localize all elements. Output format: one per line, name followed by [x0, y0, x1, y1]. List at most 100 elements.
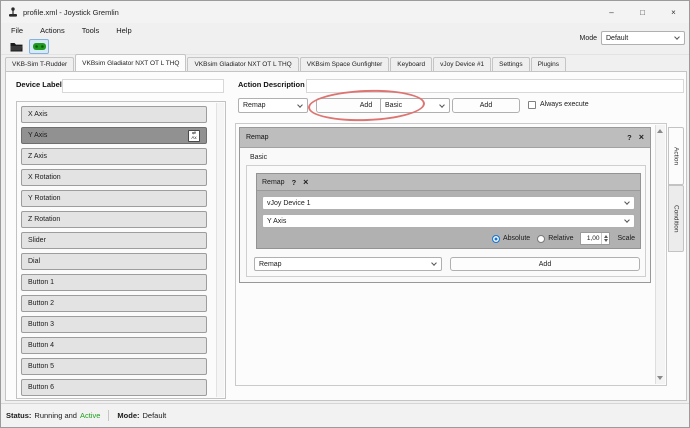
basic-group: Remap ? × vJoy Device 1 Y Axis: [246, 165, 646, 277]
tab-settings[interactable]: Settings: [492, 57, 530, 71]
input-item-button-4[interactable]: Button 4: [21, 337, 207, 354]
mode-selector-group: Mode Default: [579, 31, 685, 45]
input-item-label: Dial: [28, 258, 40, 265]
basic-tab[interactable]: Basic: [248, 154, 269, 161]
vjoy-axis-value: Y Axis: [267, 218, 286, 225]
tab-vkb-t-rudder[interactable]: VKB-Sim T-Rudder: [5, 57, 74, 71]
input-item-label: Button 3: [28, 321, 54, 328]
remap-action-widget: Remap ? × Basic Remap ? × vJoy Device 1: [239, 127, 651, 283]
gamepad-icon: [33, 42, 46, 51]
scroll-down-icon[interactable]: [657, 376, 663, 380]
mode-dropdown[interactable]: Default: [601, 31, 685, 45]
radio-selected-icon: [492, 235, 500, 243]
radio-unselected-icon: [537, 235, 545, 243]
input-item-z-rotation[interactable]: Z Rotation: [21, 211, 207, 228]
side-tab-condition[interactable]: Condition: [668, 185, 684, 252]
input-item-label: Button 2: [28, 300, 54, 307]
tab-space-gunfighter[interactable]: VKBsim Space Gunfighter: [300, 57, 390, 71]
input-item-y-axis[interactable]: Y Axis ⇄ Ax: [21, 127, 207, 144]
toolbar: [1, 38, 49, 55]
spinner-arrows[interactable]: [601, 233, 609, 244]
vjoy-device-dropdown[interactable]: vJoy Device 1: [262, 196, 635, 210]
device-list-scrollbar[interactable]: [216, 103, 224, 397]
input-item-label: Z Axis: [28, 153, 47, 160]
action-scrollbar[interactable]: [655, 125, 665, 384]
always-execute-label: Always execute: [540, 101, 589, 108]
open-profile-button[interactable]: [6, 39, 26, 54]
menubar: File Actions Tools Help: [1, 23, 134, 38]
remap-widget-title: Remap: [246, 134, 620, 141]
mode-dropdown-value: Default: [606, 35, 628, 42]
input-item-slider[interactable]: Slider: [21, 232, 207, 249]
input-item-list: X Axis Y Axis ⇄ Ax Z Axis X Rotation Y R…: [16, 101, 226, 399]
input-item-label: Y Rotation: [28, 195, 61, 202]
activate-button[interactable]: [29, 39, 49, 54]
device-page: Device Label X Axis Y Axis ⇄ Ax Z Axis X…: [5, 71, 687, 401]
side-tab-action[interactable]: Action: [668, 127, 684, 185]
window-controls: – □ ×: [596, 1, 689, 23]
spin-up-icon[interactable]: [604, 235, 608, 238]
vjoy-axis-dropdown[interactable]: Y Axis: [262, 214, 635, 228]
input-item-button-5[interactable]: Button 5: [21, 358, 207, 375]
spin-down-icon[interactable]: [604, 239, 608, 242]
input-item-label: Button 5: [28, 363, 54, 370]
action-description-input[interactable]: [306, 79, 684, 93]
menu-help[interactable]: Help: [114, 25, 133, 36]
maximize-button[interactable]: □: [627, 1, 658, 23]
scale-spinner[interactable]: 1,00: [580, 232, 610, 245]
sub-action-value: Remap: [259, 261, 282, 268]
status-running-text: Running and: [34, 411, 77, 420]
input-item-label: Y Axis: [28, 132, 47, 139]
folder-icon: [10, 42, 23, 52]
input-item-button-6[interactable]: Button 6: [21, 379, 207, 396]
scroll-up-icon[interactable]: [657, 129, 663, 133]
chevron-down-icon: [624, 217, 630, 223]
help-icon[interactable]: ?: [627, 133, 632, 142]
menu-actions[interactable]: Actions: [38, 25, 67, 36]
input-item-label: X Axis: [28, 111, 47, 118]
absolute-radio-option[interactable]: Absolute: [492, 235, 530, 243]
close-icon[interactable]: ×: [303, 178, 308, 187]
tab-plugins[interactable]: Plugins: [531, 57, 566, 71]
remap-axis-text: Ax: [191, 136, 196, 141]
input-item-x-axis[interactable]: X Axis: [21, 106, 207, 123]
condition-type-dropdown[interactable]: Basic: [380, 98, 450, 113]
input-item-z-axis[interactable]: Z Axis: [21, 148, 207, 165]
add-condition-button[interactable]: Add: [452, 98, 520, 113]
action-description-caption: Action Description: [238, 80, 305, 89]
sub-action-dropdown[interactable]: Remap: [254, 257, 442, 271]
action-type-dropdown[interactable]: Remap: [238, 98, 308, 113]
statusbar: Status: Running and Active Mode: Default: [1, 403, 689, 427]
device-tabbar: VKB-Sim T-Rudder VKBsim Gladiator NXT OT…: [5, 55, 567, 71]
inner-remap-body: vJoy Device 1 Y Axis Absolute: [257, 191, 640, 248]
chevron-down-icon: [431, 260, 437, 266]
status-mode-value: Default: [143, 411, 167, 420]
input-item-y-rotation[interactable]: Y Rotation: [21, 190, 207, 207]
help-icon[interactable]: ?: [292, 178, 297, 187]
menu-tools[interactable]: Tools: [80, 25, 102, 36]
tab-keyboard[interactable]: Keyboard: [390, 57, 432, 71]
status-active-text: Active: [80, 411, 100, 420]
tab-gladiator-2[interactable]: VKBsim Gladiator NXT OT L THQ: [187, 57, 298, 71]
menu-file[interactable]: File: [9, 25, 25, 36]
scale-value: 1,00: [581, 235, 601, 242]
app-window: profile.xml - Joystick Gremlin – □ × Fil…: [0, 0, 690, 428]
minimize-button[interactable]: –: [596, 1, 627, 23]
device-label-input[interactable]: [62, 79, 224, 93]
close-button[interactable]: ×: [658, 1, 689, 23]
input-item-button-1[interactable]: Button 1: [21, 274, 207, 291]
close-icon[interactable]: ×: [639, 133, 644, 142]
input-item-button-3[interactable]: Button 3: [21, 316, 207, 333]
chevron-down-icon: [297, 102, 303, 108]
always-execute-checkbox[interactable]: [528, 101, 536, 109]
tab-vjoy-device-1[interactable]: vJoy Device #1: [433, 57, 491, 71]
input-item-button-2[interactable]: Button 2: [21, 295, 207, 312]
input-item-x-rotation[interactable]: X Rotation: [21, 169, 207, 186]
chevron-down-icon: [624, 199, 630, 205]
relative-radio-option[interactable]: Relative: [537, 235, 573, 243]
vjoy-device-value: vJoy Device 1: [267, 200, 311, 207]
tab-gladiator-1[interactable]: VKBsim Gladiator NXT OT L THQ: [75, 54, 186, 71]
input-item-dial[interactable]: Dial: [21, 253, 207, 270]
input-item-label: X Rotation: [28, 174, 61, 181]
sub-add-button[interactable]: Add: [450, 257, 640, 271]
